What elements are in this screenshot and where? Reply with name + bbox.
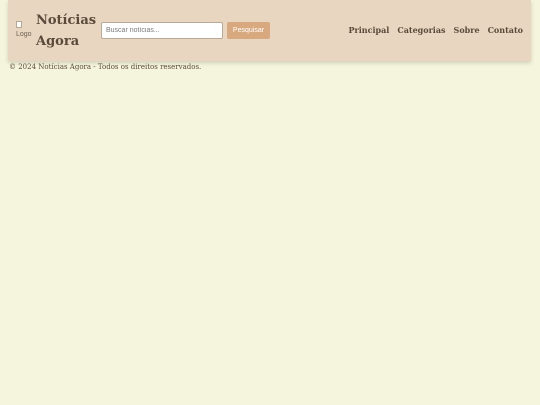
nav-link-principal[interactable]: Principal <box>349 25 390 35</box>
site-footer: © 2024 Notícias Agora - Todos os direito… <box>9 62 201 72</box>
nav-link-sobre[interactable]: Sobre <box>454 25 480 35</box>
search-input[interactable] <box>101 22 223 39</box>
broken-image-icon <box>16 21 22 28</box>
nav-link-categorias[interactable]: Categorias <box>397 25 445 35</box>
logo-image: Logo <box>16 21 36 41</box>
site-header: Logo Notícias Agora Pesquisar Principal … <box>8 0 531 61</box>
nav-link-contato[interactable]: Contato <box>488 25 523 35</box>
main-nav: Principal Categorias Sobre Contato <box>349 25 523 35</box>
search-button[interactable]: Pesquisar <box>227 22 270 39</box>
logo-alt-text: Logo <box>16 31 32 38</box>
copyright-text: © 2024 Notícias Agora - Todos os direito… <box>9 63 202 71</box>
site-title: Notícias Agora <box>36 13 97 49</box>
